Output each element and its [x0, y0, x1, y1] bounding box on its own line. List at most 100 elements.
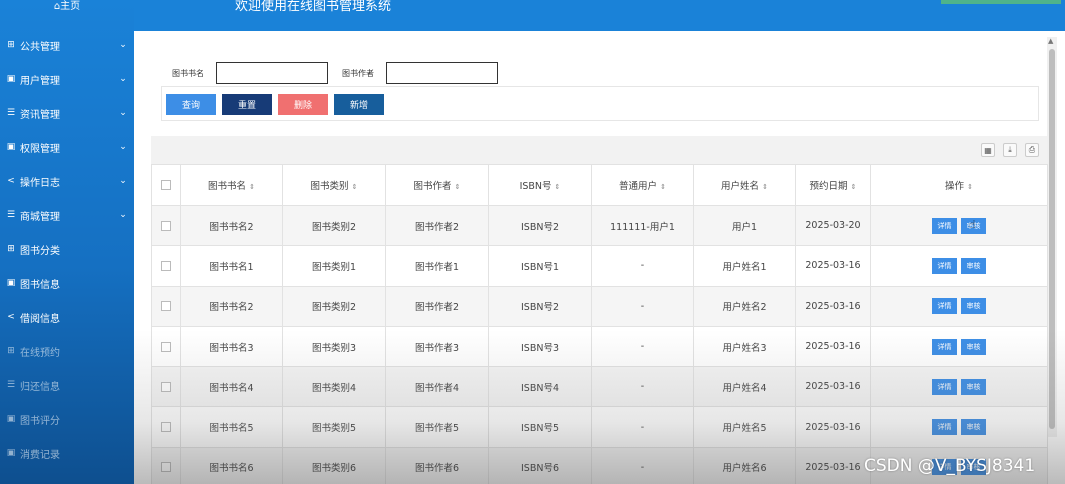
column-header[interactable]: 预约日期 ⇕ — [795, 164, 871, 206]
column-header[interactable]: 普通用户 ⇕ — [591, 164, 694, 206]
share-icon: < — [7, 176, 15, 186]
detail-button[interactable]: 详情 — [932, 338, 957, 355]
doc-icon: ▣ — [6, 278, 16, 288]
column-header[interactable]: 图书类别 ⇕ — [282, 164, 386, 206]
sort-icon[interactable]: ⇕ — [660, 183, 666, 191]
export-icon[interactable]: ⤓ — [1003, 143, 1017, 157]
book-author-label: 图书作者 — [342, 68, 374, 78]
row-checkbox[interactable] — [161, 220, 171, 231]
sidebar-home-link[interactable]: ⌂主页 — [0, 0, 134, 28]
table-cell: - — [591, 366, 694, 408]
vertical-scrollbar[interactable]: ▲ — [1047, 37, 1057, 437]
row-select-cell — [151, 325, 181, 368]
review-button[interactable]: 审核 — [961, 338, 986, 355]
review-button[interactable]: 审核 — [961, 378, 986, 395]
column-header[interactable]: ISBN号 ⇕ — [488, 164, 592, 206]
table-cell: 图书作者2 — [385, 204, 489, 247]
search-bar: 图书书名 图书作者 — [172, 62, 498, 84]
sidebar-item-0[interactable]: ⊞ 公共管理 ⌄ — [0, 28, 134, 62]
sidebar-item-2[interactable]: ☰ 资讯管理 ⌄ — [0, 96, 134, 130]
sidebar-item-3[interactable]: ▣ 权限管理 ⌄ — [0, 130, 134, 164]
sidebar-item-label: 图书信息 — [20, 279, 60, 291]
table-cell: 图书作者6 — [385, 446, 489, 484]
column-header[interactable]: 图书作者 ⇕ — [385, 164, 489, 206]
sidebar-item-8[interactable]: < 借阅信息 — [0, 300, 134, 334]
doc-icon: ▣ — [6, 142, 16, 152]
review-button[interactable]: 审核 — [961, 298, 986, 315]
sidebar-item-label: 消费记录 — [20, 449, 60, 461]
table-cell: 2025-03-16 — [795, 285, 871, 327]
row-checkbox[interactable] — [161, 381, 171, 392]
row-checkbox[interactable] — [161, 462, 171, 473]
table-cell: - — [591, 446, 694, 484]
doc-icon: ▣ — [6, 448, 16, 458]
review-button[interactable]: 审核 — [961, 257, 986, 274]
sort-icon[interactable]: ⇕ — [967, 183, 973, 191]
sidebar-item-label: 借阅信息 — [20, 313, 60, 325]
sort-icon[interactable]: ⇕ — [555, 183, 561, 191]
table-cell: ISBN号2 — [488, 204, 592, 247]
column-header-label: 操作 — [945, 181, 965, 192]
table-row: 图书书名5 图书类别5 图书作者5 ISBN号5- 用户姓名5 2025-03-16 详情审… — [151, 406, 1048, 448]
delete-button[interactable]: 删除 — [278, 94, 328, 115]
detail-button[interactable]: 详情 — [932, 378, 957, 395]
sidebar-item-10[interactable]: ☰ 归还信息 — [0, 368, 134, 402]
actions-cell: 详情 审核 — [870, 285, 1048, 327]
actions-cell: 详情 审核 — [870, 366, 1048, 408]
scroll-up-icon[interactable]: ▲ — [1048, 37, 1053, 45]
scrollbar-thumb[interactable] — [1049, 49, 1055, 429]
table-row: 图书书名2 图书类别2 图书作者2 ISBN号2 111111-用户1 用户1 2025-0… — [151, 204, 1048, 247]
columns-icon[interactable]: ▦ — [981, 143, 995, 157]
table-cell: 图书书名5 — [180, 406, 283, 448]
detail-button[interactable]: 详情 — [932, 419, 957, 436]
sidebar-item-9[interactable]: ⊞ 在线预约 — [0, 334, 134, 368]
row-select-cell — [151, 446, 181, 484]
row-checkbox[interactable] — [161, 301, 171, 312]
header-tab[interactable] — [941, 0, 1061, 4]
table-cell: ISBN号2 — [488, 285, 592, 327]
chevron-down-icon: ⌄ — [119, 108, 127, 118]
sidebar: ⌂主页 ⊞ 公共管理 ⌄ ▣ 用户管理 ⌄ ☰ 资讯管理 ⌄ ▣ 权限管理 ⌄ < 操作日志 ⌄ ☰ 商城管理 ⌄… — [0, 0, 134, 484]
top-header: 欢迎使用在线图书管理系统 — [134, 0, 1065, 31]
table-cell: 图书书名6 — [180, 446, 283, 484]
sort-icon[interactable]: ⇕ — [851, 183, 857, 191]
sidebar-item-6[interactable]: ⊞ 图书分类 — [0, 232, 134, 266]
column-header-label: 图书作者 — [413, 181, 452, 192]
sidebar-item-4[interactable]: < 操作日志 ⌄ — [0, 164, 134, 198]
column-header[interactable]: 用户姓名 ⇕ — [693, 164, 796, 206]
sidebar-item-5[interactable]: ☰ 商城管理 ⌄ — [0, 198, 134, 232]
sort-icon[interactable]: ⇕ — [455, 183, 461, 191]
sort-icon[interactable]: ⇕ — [249, 183, 255, 191]
add-button[interactable]: 新增 — [334, 94, 384, 115]
column-header-label: 普通用户 — [619, 181, 658, 192]
actions-cell: 详情 审核 — [870, 325, 1048, 368]
sidebar-item-label: 图书评分 — [20, 415, 60, 427]
select-all-checkbox[interactable] — [161, 180, 171, 190]
detail-button[interactable]: 详情 — [932, 257, 957, 274]
row-checkbox[interactable] — [161, 341, 171, 352]
review-button[interactable]: 审核 — [961, 419, 986, 436]
sort-icon[interactable]: ⇕ — [762, 183, 768, 191]
row-checkbox[interactable] — [161, 260, 171, 271]
detail-button[interactable]: 详情 — [932, 217, 957, 234]
table-toolbar: ▦ ⤓ ⎙ — [151, 136, 1047, 164]
sidebar-item-1[interactable]: ▣ 用户管理 ⌄ — [0, 62, 134, 96]
book-author-input[interactable] — [386, 62, 498, 84]
column-header[interactable]: 图书书名 ⇕ — [180, 164, 283, 206]
sidebar-item-11[interactable]: ▣ 图书评分 — [0, 402, 134, 436]
row-checkbox[interactable] — [161, 422, 171, 433]
table-row: 图书书名3 图书类别3 图书作者3 ISBN号3- 用户姓名3 2025-03-16 详情审… — [151, 325, 1048, 368]
query-button[interactable]: 查询 — [166, 94, 216, 115]
sidebar-item-7[interactable]: ▣ 图书信息 — [0, 266, 134, 300]
table-cell: 图书类别4 — [282, 366, 386, 408]
detail-button[interactable]: 详情 — [932, 298, 957, 315]
column-header[interactable]: 操作 ⇕ — [870, 164, 1048, 206]
list-icon: ☰ — [6, 210, 16, 220]
reset-button[interactable]: 重置 — [222, 94, 272, 115]
sort-icon[interactable]: ⇕ — [352, 183, 358, 191]
print-icon[interactable]: ⎙ — [1025, 143, 1039, 157]
table-cell: 用户姓名1 — [693, 245, 796, 287]
book-name-input[interactable] — [216, 62, 328, 84]
sidebar-item-12[interactable]: ▣ 消费记录 — [0, 436, 134, 470]
table-cell: 图书作者1 — [385, 245, 489, 287]
